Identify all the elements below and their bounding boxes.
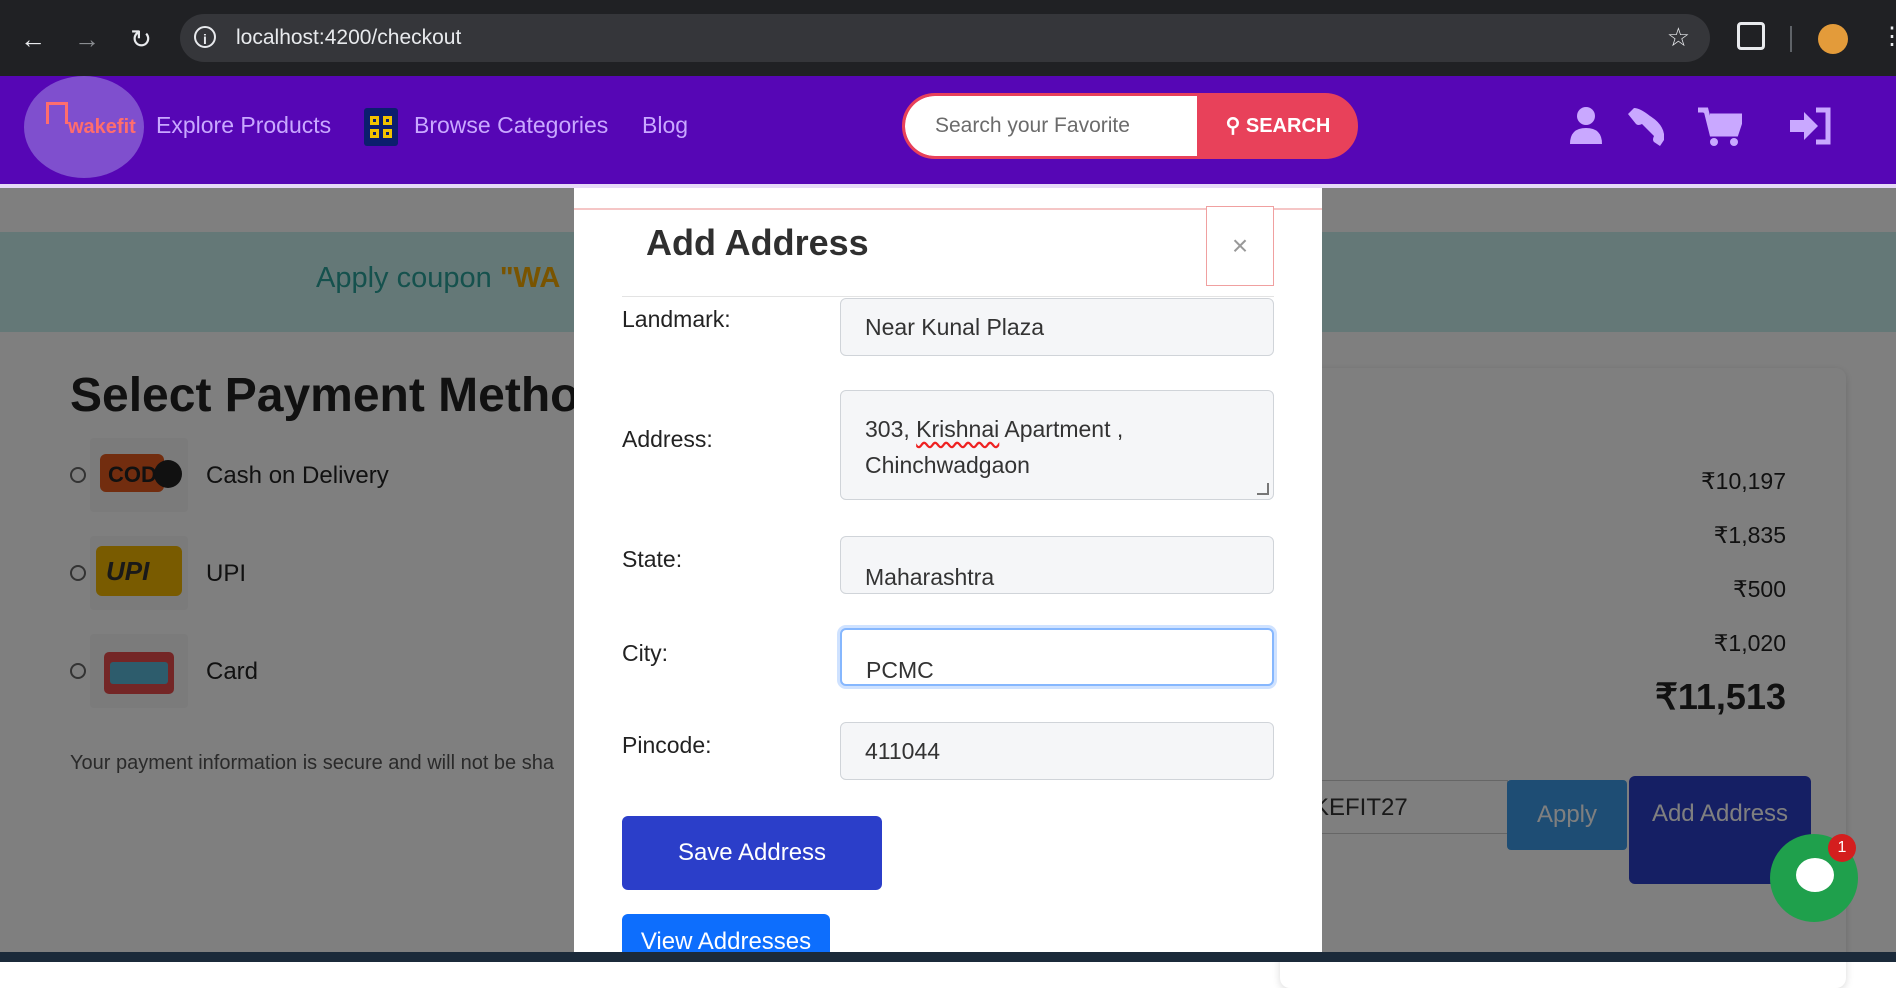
search-button[interactable]: ⚲ SEARCH: [1199, 96, 1355, 156]
address-line-1-part-c: Apartment ,: [999, 416, 1124, 442]
city-field[interactable]: PCMC: [840, 628, 1274, 686]
search-box: ⚲ SEARCH: [902, 93, 1358, 159]
logo-text: wakefit: [68, 116, 136, 138]
toolbar-divider: [1790, 26, 1792, 52]
address-line-1-part-a: 303,: [865, 416, 917, 442]
os-taskbar: [0, 952, 1896, 962]
browser-toolbar: ← → ↻ i localhost:4200/checkout ☆ ⋮: [0, 0, 1896, 76]
phone-icon[interactable]: [1626, 106, 1665, 155]
back-icon[interactable]: ←: [16, 22, 50, 56]
address-bar[interactable]: i localhost:4200/checkout ☆: [180, 14, 1710, 62]
site-header: wakefit Explore Products Browse Categori…: [0, 76, 1896, 188]
wakefit-logo[interactable]: wakefit: [24, 76, 144, 178]
categories-grid-icon[interactable]: [364, 108, 398, 146]
add-address-modal: Add Address × Landmark: Near Kunal Plaza…: [574, 188, 1322, 952]
view-addresses-button[interactable]: View Addresses: [622, 914, 830, 952]
state-field[interactable]: Maharashtra: [840, 536, 1274, 594]
nav-explore-products[interactable]: Explore Products: [156, 112, 331, 139]
address-line-2: Chinchwadgaon: [865, 452, 1030, 478]
address-field[interactable]: 303, Krishnai Apartment , Chinchwadgaon: [840, 390, 1274, 500]
modal-title: Add Address: [646, 222, 869, 263]
bookmark-star-icon[interactable]: ☆: [1667, 22, 1690, 53]
user-icon[interactable]: [1568, 106, 1604, 155]
extensions-icon[interactable]: [1737, 22, 1765, 50]
forward-icon[interactable]: →: [70, 22, 104, 56]
browser-menu-icon[interactable]: ⋮: [1880, 22, 1896, 51]
nav-browse-categories[interactable]: Browse Categories: [414, 112, 608, 139]
resize-handle-icon[interactable]: [1257, 483, 1269, 495]
search-button-label: SEARCH: [1245, 115, 1331, 137]
pincode-label: Pincode:: [622, 732, 712, 758]
pincode-field[interactable]: 411044: [840, 722, 1274, 780]
site-info-icon[interactable]: i: [194, 26, 216, 48]
city-label: City:: [622, 640, 668, 666]
state-label: State:: [622, 546, 683, 572]
chat-unread-badge: 1: [1828, 834, 1856, 862]
close-icon[interactable]: ×: [1206, 206, 1274, 286]
reload-icon[interactable]: ↻: [124, 22, 158, 56]
landmark-field[interactable]: Near Kunal Plaza: [840, 298, 1274, 356]
cart-icon[interactable]: [1698, 106, 1746, 155]
landmark-label: Landmark:: [622, 306, 731, 332]
address-line-1-part-b: Krishnai: [916, 416, 1000, 442]
url-text[interactable]: localhost:4200/checkout: [236, 26, 461, 50]
search-icon: ⚲: [1225, 115, 1241, 137]
address-line-1: 303, Krishnai Apartment ,: [865, 411, 1249, 447]
address-label: Address:: [622, 426, 713, 452]
save-address-button[interactable]: Save Address: [622, 816, 882, 890]
search-input[interactable]: [905, 96, 1197, 156]
profile-avatar[interactable]: [1818, 24, 1848, 54]
modal-divider: [622, 296, 1274, 297]
sign-in-icon[interactable]: [1790, 106, 1832, 155]
nav-blog[interactable]: Blog: [642, 112, 688, 139]
chat-icon: [1796, 858, 1834, 892]
house-icon: [46, 102, 68, 124]
